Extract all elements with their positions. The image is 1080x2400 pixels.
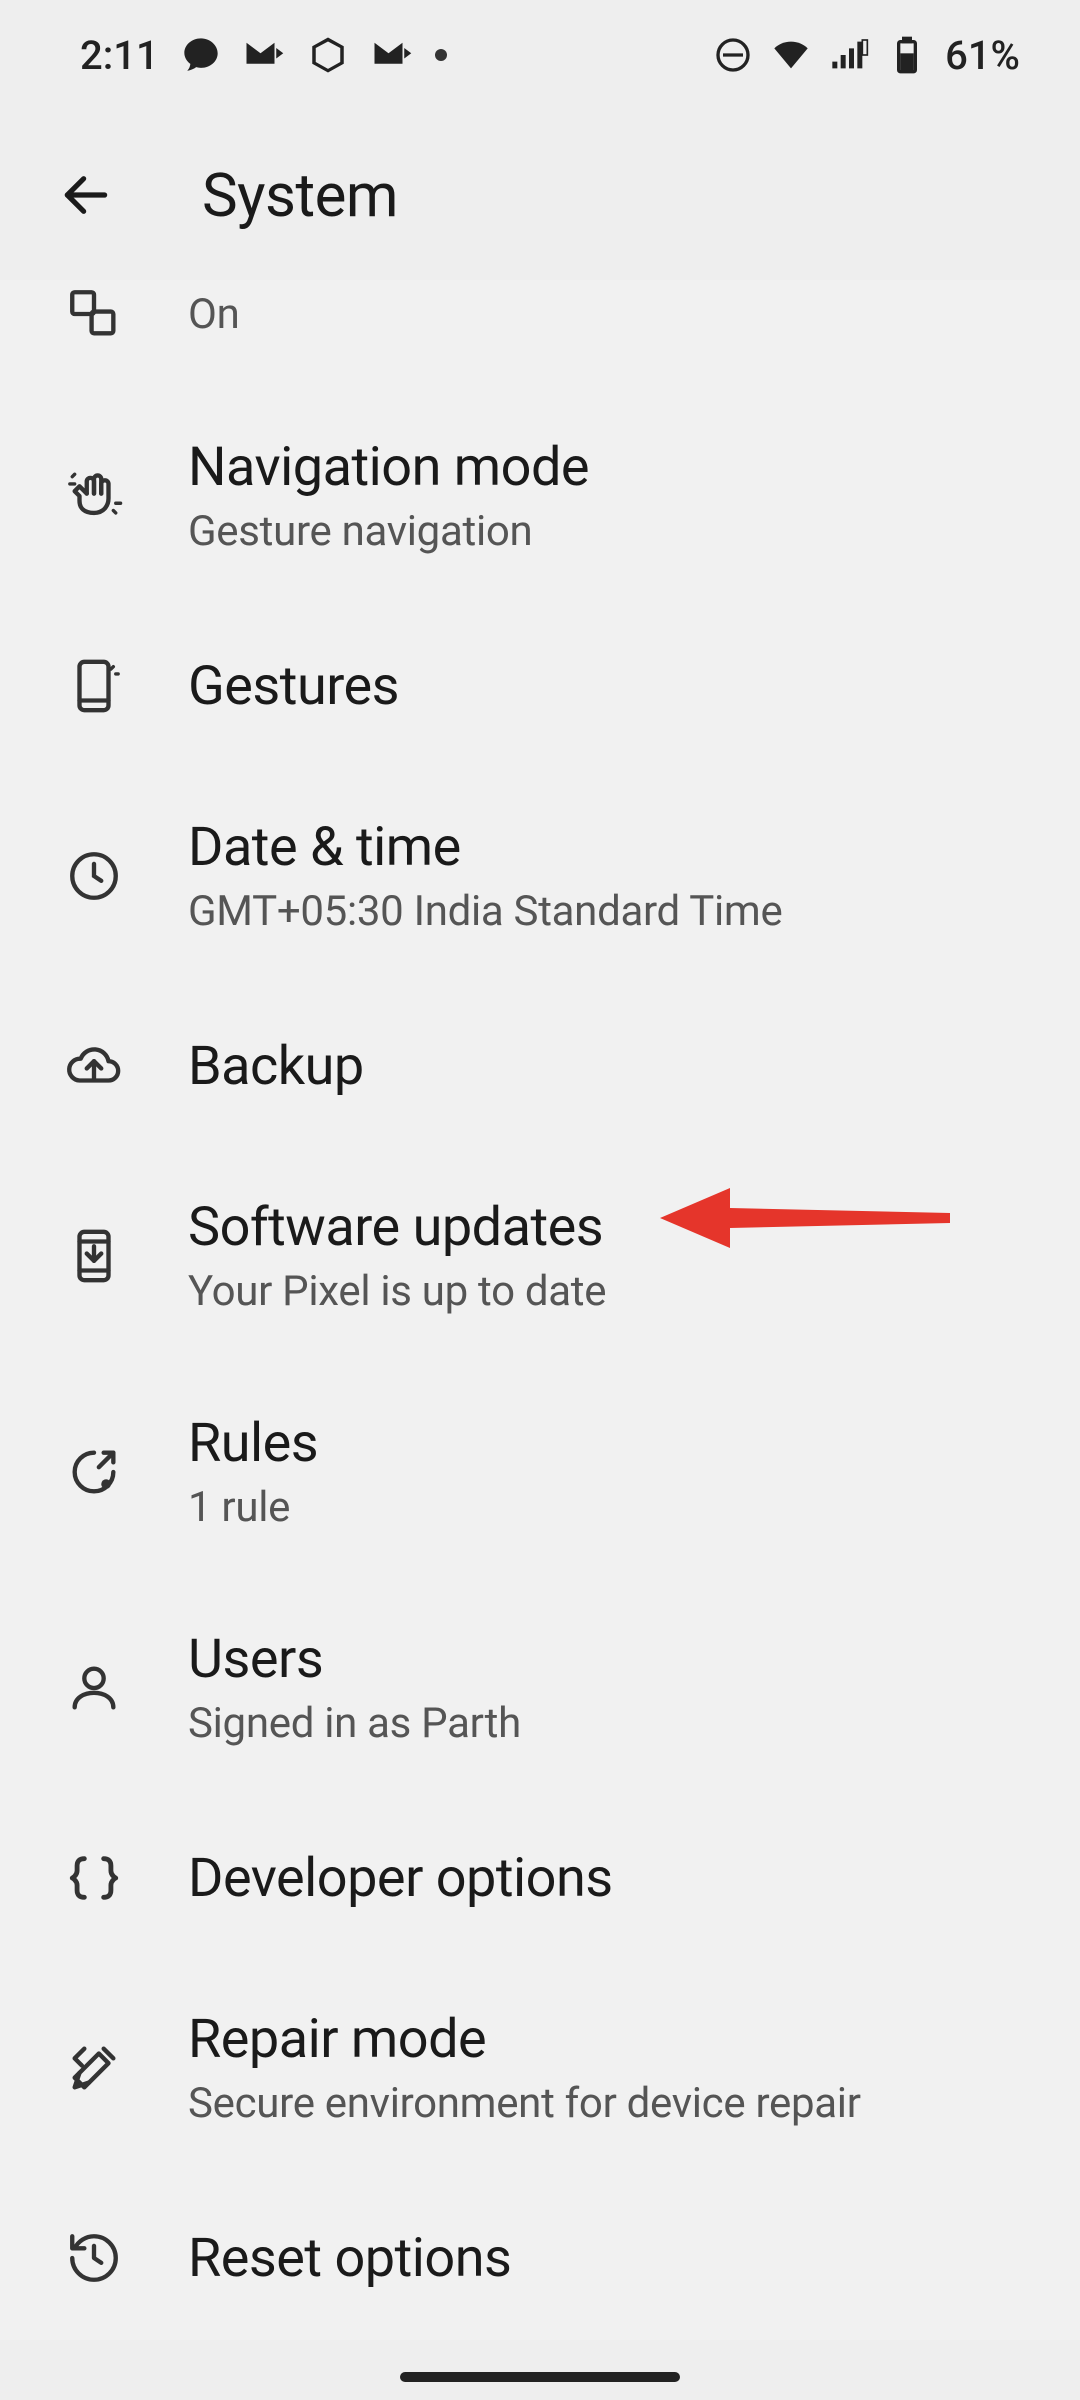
- tools-icon: [60, 2034, 128, 2102]
- braces-icon: [60, 1844, 128, 1912]
- signal-icon: [829, 35, 869, 75]
- translate-icon: [60, 280, 128, 348]
- box-icon: [307, 34, 349, 76]
- status-time: 2:11: [80, 32, 159, 79]
- item-backup[interactable]: Backup: [0, 984, 1080, 1148]
- item-software-updates[interactable]: Software updates Your Pixel is up to dat…: [0, 1148, 1080, 1364]
- item-users-sub: Signed in as Parth: [188, 1699, 521, 1748]
- status-dot-icon: [435, 49, 447, 61]
- status-bar: 2:11 61%: [0, 0, 1080, 110]
- mail-icon-2: [371, 34, 413, 76]
- status-right: 61%: [713, 32, 1020, 79]
- hand-icon: [60, 462, 128, 530]
- app-bar: System: [0, 110, 1080, 280]
- item-repair-mode[interactable]: Repair mode Secure environment for devic…: [0, 1960, 1080, 2176]
- item-developer-options[interactable]: Developer options: [0, 1796, 1080, 1960]
- rules-icon: [60, 1438, 128, 1506]
- history-icon: [60, 2224, 128, 2292]
- battery-percent: 61%: [945, 32, 1020, 79]
- item-gestures-title: Gestures: [188, 655, 399, 718]
- item-users-title: Users: [188, 1628, 521, 1691]
- status-left: 2:11: [80, 32, 447, 79]
- item-backup-title: Backup: [188, 1035, 364, 1098]
- item-date-time[interactable]: Date & time GMT+05:30 India Standard Tim…: [0, 768, 1080, 984]
- item-software-updates-sub: Your Pixel is up to date: [188, 1267, 606, 1316]
- item-rules-title: Rules: [188, 1412, 318, 1475]
- item-software-updates-title: Software updates: [188, 1196, 606, 1259]
- dnd-icon: [713, 35, 753, 75]
- item-navigation-mode-sub: Gesture navigation: [188, 507, 589, 556]
- settings-list[interactable]: On Navigation mode Gesture navigation Ge…: [0, 280, 1080, 2340]
- gesture-nav-handle[interactable]: [400, 2372, 680, 2382]
- item-developer-options-title: Developer options: [188, 1847, 613, 1910]
- item-rules[interactable]: Rules 1 rule: [0, 1364, 1080, 1580]
- item-gestures[interactable]: Gestures: [0, 604, 1080, 768]
- phone-download-icon: [60, 1222, 128, 1290]
- mail-icon-1: [243, 34, 285, 76]
- item-repair-mode-sub: Secure environment for device repair: [188, 2079, 861, 2128]
- battery-icon: [887, 35, 927, 75]
- back-button[interactable]: [50, 159, 122, 231]
- chat-icon: [181, 35, 221, 75]
- item-reset-options[interactable]: Reset options: [0, 2176, 1080, 2340]
- page-title: System: [202, 160, 398, 231]
- item-repair-mode-title: Repair mode: [188, 2008, 861, 2071]
- item-live-translate-sub: On: [188, 290, 240, 339]
- item-navigation-mode[interactable]: Navigation mode Gesture navigation: [0, 388, 1080, 604]
- item-date-time-title: Date & time: [188, 816, 782, 879]
- item-live-translate[interactable]: On: [0, 280, 1080, 388]
- item-reset-options-title: Reset options: [188, 2227, 511, 2290]
- item-navigation-mode-title: Navigation mode: [188, 436, 589, 499]
- arrow-back-icon: [58, 167, 114, 223]
- item-users[interactable]: Users Signed in as Parth: [0, 1580, 1080, 1796]
- wifi-icon: [771, 35, 811, 75]
- item-rules-sub: 1 rule: [188, 1483, 318, 1532]
- item-date-time-sub: GMT+05:30 India Standard Time: [188, 887, 782, 936]
- cloud-upload-icon: [60, 1032, 128, 1100]
- clock-icon: [60, 842, 128, 910]
- phone-sparkle-icon: [60, 652, 128, 720]
- person-icon: [60, 1654, 128, 1722]
